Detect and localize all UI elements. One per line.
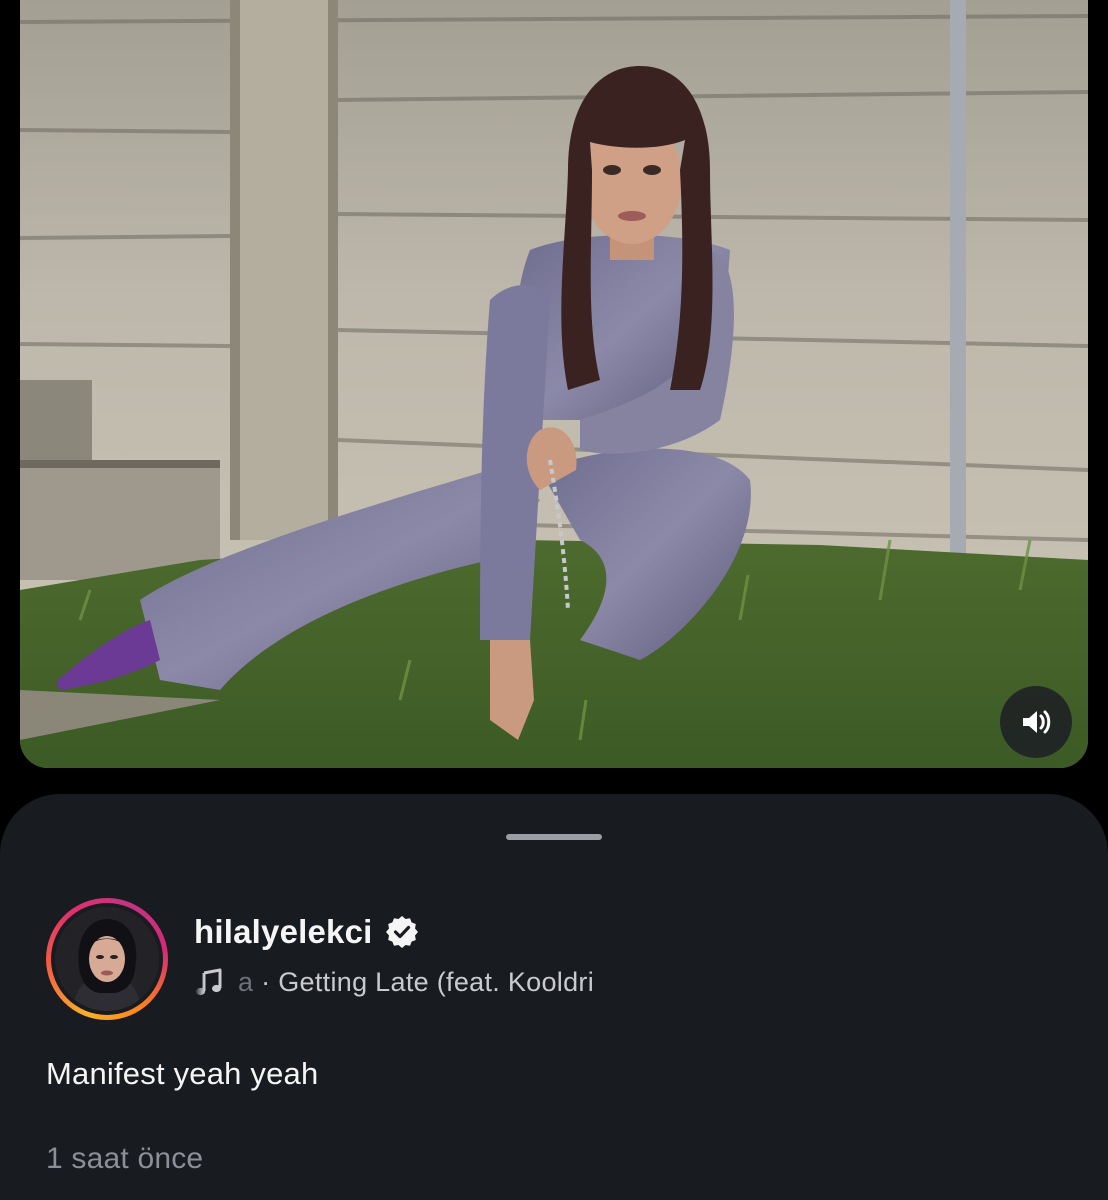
post-caption: Manifest yeah yeah bbox=[46, 1056, 319, 1091]
sheet-drag-handle[interactable] bbox=[506, 834, 602, 840]
username-row[interactable]: hilalyelekci bbox=[194, 912, 419, 952]
audio-track-title: Getting Late (feat. Kooldri bbox=[278, 966, 595, 997]
audio-track-row[interactable]: a · Getting Late (feat. Kooldri bbox=[194, 962, 654, 1002]
speaker-volume-icon bbox=[1023, 710, 1051, 734]
post-media[interactable] bbox=[20, 0, 1088, 768]
post-photo bbox=[20, 0, 1088, 768]
username[interactable]: hilalyelekci bbox=[194, 913, 373, 951]
avatar-story-ring[interactable] bbox=[46, 898, 168, 1020]
post-timestamp: 1 saat önce bbox=[46, 1142, 204, 1175]
verified-badge-icon bbox=[385, 916, 418, 948]
avatar bbox=[55, 907, 159, 1011]
audio-separator: · bbox=[253, 966, 279, 997]
post-details-sheet: hilalyelekci a · Getting Late (feat. Koo… bbox=[0, 794, 1108, 1200]
music-note-icon bbox=[196, 968, 222, 996]
audio-artist-fragment: a bbox=[238, 966, 254, 997]
mute-button[interactable] bbox=[1000, 686, 1072, 758]
post-viewer: hilalyelekci a · Getting Late (feat. Koo… bbox=[0, 0, 1108, 1200]
avatar-image bbox=[55, 907, 159, 1011]
